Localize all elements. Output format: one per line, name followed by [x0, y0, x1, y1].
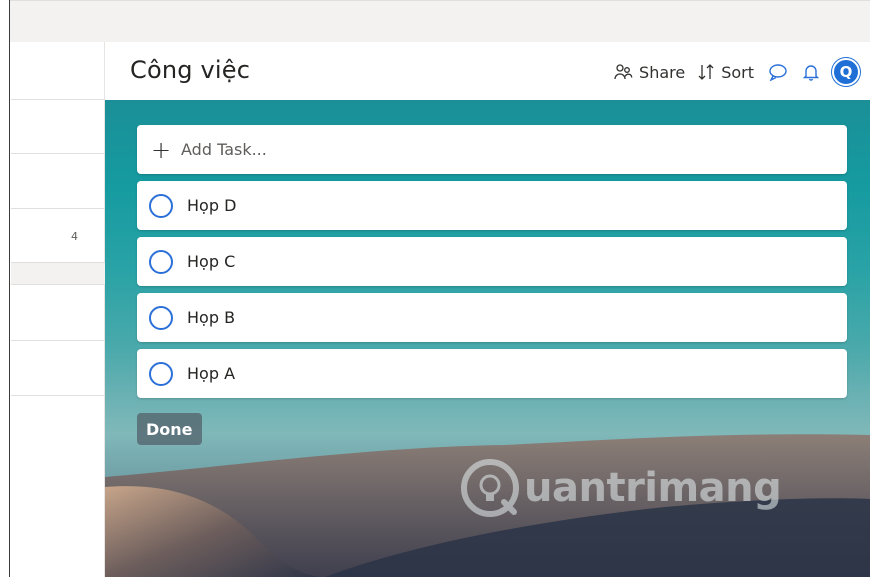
page-title: Công việc	[130, 56, 251, 84]
left-row[interactable]	[11, 285, 105, 341]
task-complete-checkbox[interactable]	[149, 361, 173, 386]
window-left-edge	[0, 0, 10, 577]
task-list-area: + Add Task... Họp D Họp C Họp B Họp A Do…	[105, 100, 870, 577]
add-task-placeholder: Add Task...	[181, 140, 267, 159]
watermark: uantrimang	[460, 458, 782, 518]
task-complete-checkbox[interactable]	[149, 305, 173, 330]
left-row[interactable]	[11, 42, 105, 100]
task-title: Họp D	[187, 196, 237, 215]
task-title: Họp A	[187, 364, 236, 383]
toolbar: Share Sort Q	[601, 58, 860, 86]
task-complete-checkbox[interactable]	[149, 249, 173, 274]
notifications-button[interactable]	[802, 63, 820, 81]
task-count: 4	[71, 230, 78, 243]
lightbulb-logo-icon	[461, 459, 519, 517]
sort-label: Sort	[721, 62, 754, 82]
left-row[interactable]	[11, 154, 105, 209]
share-icon	[614, 64, 633, 80]
left-row[interactable]	[11, 341, 105, 396]
plus-icon: +	[151, 135, 172, 164]
sort-button[interactable]: Sort	[697, 63, 754, 82]
avatar[interactable]: Q	[832, 58, 860, 86]
completed-section-toggle[interactable]: Done	[137, 413, 202, 445]
sort-icon	[698, 64, 714, 80]
add-task-input[interactable]: + Add Task...	[137, 125, 847, 174]
task-item[interactable]: Họp D	[137, 181, 847, 230]
task-item[interactable]: Họp A	[137, 349, 847, 398]
comment-icon	[769, 64, 787, 81]
left-pane: 4	[11, 42, 105, 577]
task-item[interactable]: Họp C	[137, 237, 847, 286]
list-header: Công việc Share Sort Q	[105, 42, 870, 100]
bell-icon	[802, 65, 820, 81]
comment-button[interactable]	[768, 63, 788, 81]
task-title: Họp C	[187, 252, 236, 271]
task-complete-checkbox[interactable]	[149, 193, 173, 218]
share-label: Share	[639, 62, 686, 82]
share-button[interactable]: Share	[613, 63, 685, 82]
task-title: Họp B	[187, 308, 236, 327]
top-strip	[10, 0, 870, 42]
left-row[interactable]	[11, 100, 105, 154]
left-divider	[11, 263, 105, 285]
watermark-text: uantrimang	[524, 465, 782, 511]
left-row[interactable]	[11, 209, 105, 263]
task-item[interactable]: Họp B	[137, 293, 847, 342]
